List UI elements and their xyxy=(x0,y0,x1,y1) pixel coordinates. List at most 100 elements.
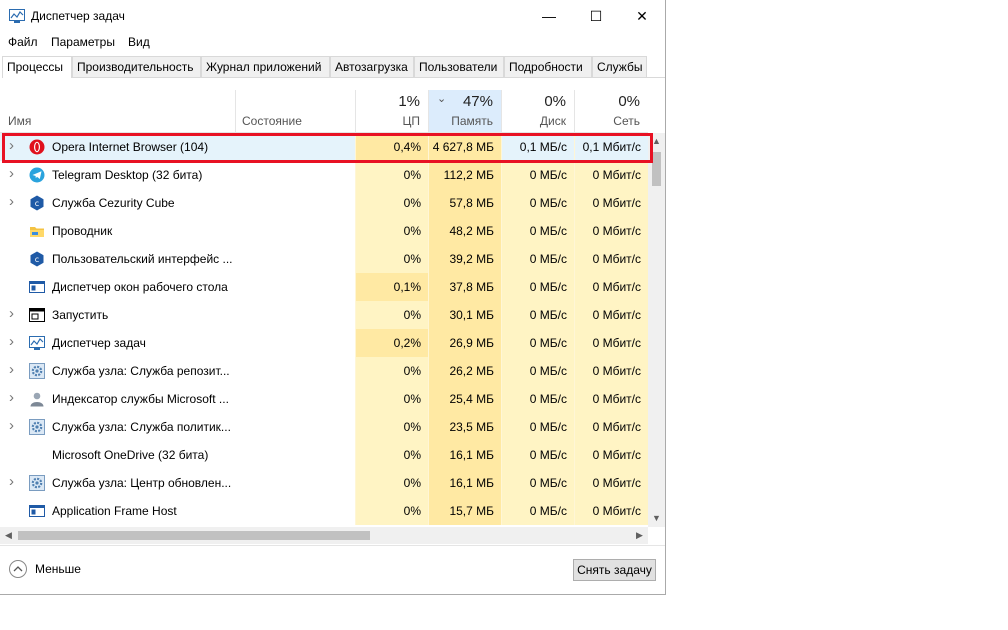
tab-users[interactable]: Пользователи xyxy=(414,56,504,77)
process-row[interactable]: › Telegram Desktop (32 бита) 0% 112,2 МБ 0 М… xyxy=(0,161,648,189)
taskmgr-icon xyxy=(29,336,45,350)
process-row[interactable]: › Служба узла: Служба репозит... 0% 26,2 МБ… xyxy=(0,357,648,385)
process-row[interactable]: › Запустить 0% 30,1 МБ 0 МБ/с 0 Мбит/с xyxy=(0,301,648,329)
process-name: Telegram Desktop (32 бита) xyxy=(52,168,203,182)
cpu-total-percent: 1% xyxy=(398,93,420,110)
expand-chevron-icon[interactable]: › xyxy=(9,333,14,350)
svg-text:c: c xyxy=(35,199,39,208)
expand-chevron-icon[interactable]: › xyxy=(9,473,14,490)
network-value: 0 Мбит/с xyxy=(574,357,648,385)
column-status[interactable]: Состояние xyxy=(236,90,355,132)
network-value: 0 Мбит/с xyxy=(574,189,648,217)
menu-file[interactable]: Файл xyxy=(8,35,38,49)
cpu-value: 0,1% xyxy=(355,273,428,301)
process-row[interactable]: Microsoft OneDrive (32 бита) 0% 16,1 МБ 0 М… xyxy=(0,441,648,469)
memory-value: 112,2 МБ xyxy=(428,161,501,189)
gear-icon xyxy=(29,475,45,491)
column-network[interactable]: 0% Сеть xyxy=(575,90,648,132)
cpu-value: 0,2% xyxy=(355,329,428,357)
network-value: 0 Мбит/с xyxy=(574,245,648,273)
folder-icon xyxy=(30,227,44,237)
cpu-value: 0% xyxy=(355,469,428,497)
cpu-value: 0% xyxy=(355,161,428,189)
fewer-details-link[interactable]: Меньше xyxy=(35,562,81,576)
minimize-button[interactable]: — xyxy=(526,0,572,32)
svg-text:c: c xyxy=(35,255,39,264)
process-list: › Opera Internet Browser (104) 0,4% 4 627,8… xyxy=(0,133,648,527)
window-title: Диспетчер задач xyxy=(31,9,125,23)
close-button[interactable]: ✕ xyxy=(619,0,665,32)
disk-total-percent: 0% xyxy=(544,93,566,110)
process-name: Проводник xyxy=(52,224,113,238)
end-task-button[interactable]: Снять задачу xyxy=(573,559,656,581)
sort-chevron-icon: ⌄ xyxy=(437,93,447,105)
process-row[interactable]: Диспетчер окон рабочего стола 0,1% 37,8 МБ… xyxy=(0,273,648,301)
title-bar: Диспетчер задач — ☐ ✕ xyxy=(0,0,665,32)
column-name[interactable]: Имя xyxy=(0,90,235,132)
network-value: 0 Мбит/с xyxy=(574,161,648,189)
network-value: 0 Мбит/с xyxy=(574,273,648,301)
menu-view[interactable]: Вид xyxy=(128,35,150,49)
network-value: 0 Мбит/с xyxy=(574,301,648,329)
process-row[interactable]: › Служба узла: Центр обновлен... 0% 16,1 МБ… xyxy=(0,469,648,497)
horizontal-scroll-thumb[interactable] xyxy=(18,531,370,540)
expand-chevron-icon[interactable]: › xyxy=(9,193,14,210)
memory-value: 48,2 МБ xyxy=(428,217,501,245)
memory-value: 25,4 МБ xyxy=(428,385,501,413)
network-column-label: Сеть xyxy=(613,114,640,128)
collapse-chevron-icon[interactable] xyxy=(9,560,27,578)
memory-total-percent: 47% xyxy=(462,93,493,110)
process-row[interactable]: › Служба узла: Служба политик... 0% 23,5 МБ… xyxy=(0,413,648,441)
process-row[interactable]: › c Служба Cezurity Cube 0% 57,8 МБ 0 МБ/с 0 М… xyxy=(0,189,648,217)
expand-chevron-icon[interactable]: › xyxy=(9,165,14,182)
memory-value: 26,2 МБ xyxy=(428,357,501,385)
process-name: Application Frame Host xyxy=(52,504,177,518)
tab-processes[interactable]: Процессы xyxy=(2,56,72,78)
expand-chevron-icon[interactable]: › xyxy=(9,417,14,434)
maximize-button[interactable]: ☐ xyxy=(573,0,619,32)
user-icon xyxy=(30,392,44,407)
column-status-label: Состояние xyxy=(242,114,302,128)
process-row[interactable]: › Индексатор службы Microsoft ... 0% 25,4 М… xyxy=(0,385,648,413)
column-memory[interactable]: ⌄ 47% Память xyxy=(429,90,501,132)
network-total-percent: 0% xyxy=(618,93,640,110)
memory-value: 39,2 МБ xyxy=(428,245,501,273)
tab-strip: Процессы Производительность Журнал прило… xyxy=(2,56,665,78)
process-row[interactable]: Проводник 0% 48,2 МБ 0 МБ/с 0 Мбит/с xyxy=(0,217,648,245)
tab-services[interactable]: Службы xyxy=(592,56,647,77)
process-name: Microsoft OneDrive (32 бита) xyxy=(52,448,209,462)
vertical-scroll-thumb[interactable] xyxy=(652,152,661,186)
menu-options[interactable]: Параметры xyxy=(51,35,115,49)
scroll-right-arrow-icon[interactable]: ▶ xyxy=(631,527,648,544)
gear-icon xyxy=(29,419,45,435)
horizontal-scrollbar[interactable]: ◀ ▶ xyxy=(0,527,648,544)
tab-app-history[interactable]: Журнал приложений xyxy=(201,56,330,77)
tab-performance[interactable]: Производительность xyxy=(72,56,201,77)
disk-value: 0 МБ/с xyxy=(501,329,574,357)
expand-chevron-icon[interactable]: › xyxy=(9,361,14,378)
network-value: 0 Мбит/с xyxy=(574,217,648,245)
disk-column-label: Диск xyxy=(539,114,566,128)
network-value: 0 Мбит/с xyxy=(574,469,648,497)
footer-bar: Меньше Снять задачу xyxy=(0,545,665,594)
scroll-left-arrow-icon[interactable]: ◀ xyxy=(0,527,17,544)
tab-startup[interactable]: Автозагрузка xyxy=(330,56,414,77)
expand-chevron-icon[interactable]: › xyxy=(9,305,14,322)
network-value: 0 Мбит/с xyxy=(574,441,648,469)
process-row[interactable]: Application Frame Host 0% 15,7 МБ 0 МБ/с 0 М… xyxy=(0,497,648,525)
scroll-down-arrow-icon[interactable]: ▼ xyxy=(648,510,665,527)
vertical-scrollbar[interactable]: ▲ ▼ xyxy=(648,133,665,527)
cpu-value: 0% xyxy=(355,413,428,441)
column-disk[interactable]: 0% Диск xyxy=(502,90,574,132)
cpu-value: 0% xyxy=(355,357,428,385)
process-row[interactable]: › Диспетчер задач 0,2% 26,9 МБ 0 МБ/с 0 Мбит/… xyxy=(0,329,648,357)
cpu-column-label: ЦП xyxy=(402,114,420,128)
cezurity-icon: c xyxy=(30,195,44,211)
tab-details[interactable]: Подробности xyxy=(504,56,592,77)
process-row[interactable]: c Пользовательский интерфейс ... 0% 39,2 МБ… xyxy=(0,245,648,273)
expand-chevron-icon[interactable]: › xyxy=(9,389,14,406)
column-cpu[interactable]: 1% ЦП xyxy=(356,90,428,132)
cpu-value: 0% xyxy=(355,217,428,245)
disk-value: 0 МБ/с xyxy=(501,357,574,385)
disk-value: 0 МБ/с xyxy=(501,385,574,413)
